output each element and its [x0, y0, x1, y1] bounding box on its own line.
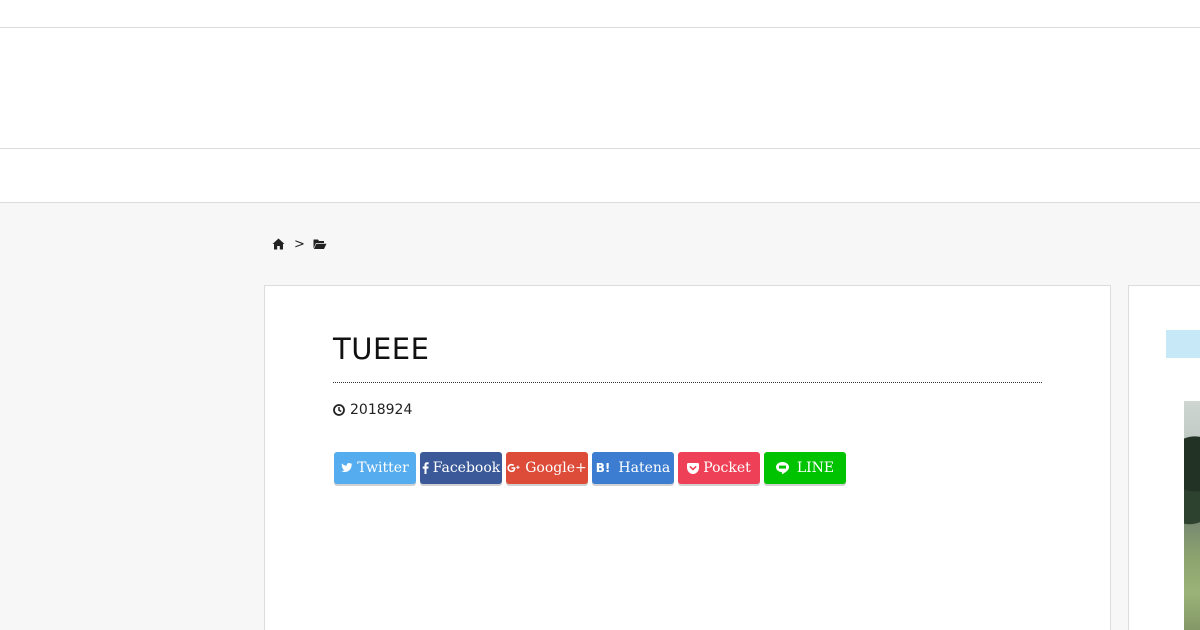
share-twitter-label: Twitter — [357, 460, 409, 476]
line-icon — [775, 462, 789, 474]
breadcrumb: > — [272, 236, 327, 252]
title-divider — [333, 382, 1042, 383]
home-icon[interactable] — [272, 238, 285, 250]
share-hatena-label: Hatena — [618, 460, 671, 476]
share-line-button[interactable]: LINE — [764, 452, 846, 484]
pocket-icon — [687, 462, 700, 474]
article-card: TUEEE 2018924 Twitter Facebook Google+ B… — [264, 285, 1111, 630]
clock-icon — [333, 404, 345, 416]
share-buttons: Twitter Facebook Google+ B! Hatena Pocke… — [334, 452, 850, 484]
site-header — [0, 28, 1200, 149]
hatena-bookmark-icon: B! — [595, 461, 611, 475]
facebook-icon — [422, 462, 429, 474]
sidebar — [1128, 285, 1200, 630]
top-bar — [0, 0, 1200, 28]
share-hatena-button[interactable]: B! Hatena — [592, 452, 674, 484]
share-google-plus-label: Google+ — [525, 460, 587, 476]
tree-shape — [1184, 431, 1200, 541]
share-pocket-button[interactable]: Pocket — [678, 452, 760, 484]
share-facebook-button[interactable]: Facebook — [420, 452, 502, 484]
sidebar-heading-block — [1166, 330, 1200, 358]
share-google-plus-button[interactable]: Google+ — [506, 452, 588, 484]
post-date-text: 2018924 — [350, 402, 413, 418]
share-line-label: LINE — [796, 460, 835, 476]
breadcrumb-separator: > — [294, 236, 305, 252]
global-nav — [0, 149, 1200, 203]
share-twitter-button[interactable]: Twitter — [334, 452, 416, 484]
twitter-icon — [341, 463, 353, 473]
folder-open-icon[interactable] — [313, 238, 327, 250]
share-pocket-label: Pocket — [703, 460, 751, 476]
post-date: 2018924 — [333, 402, 412, 418]
article-title: TUEEE — [333, 332, 430, 366]
share-facebook-label: Facebook — [432, 460, 501, 476]
google-plus-icon — [507, 463, 521, 473]
sidebar-thumbnail-image[interactable] — [1184, 401, 1200, 630]
